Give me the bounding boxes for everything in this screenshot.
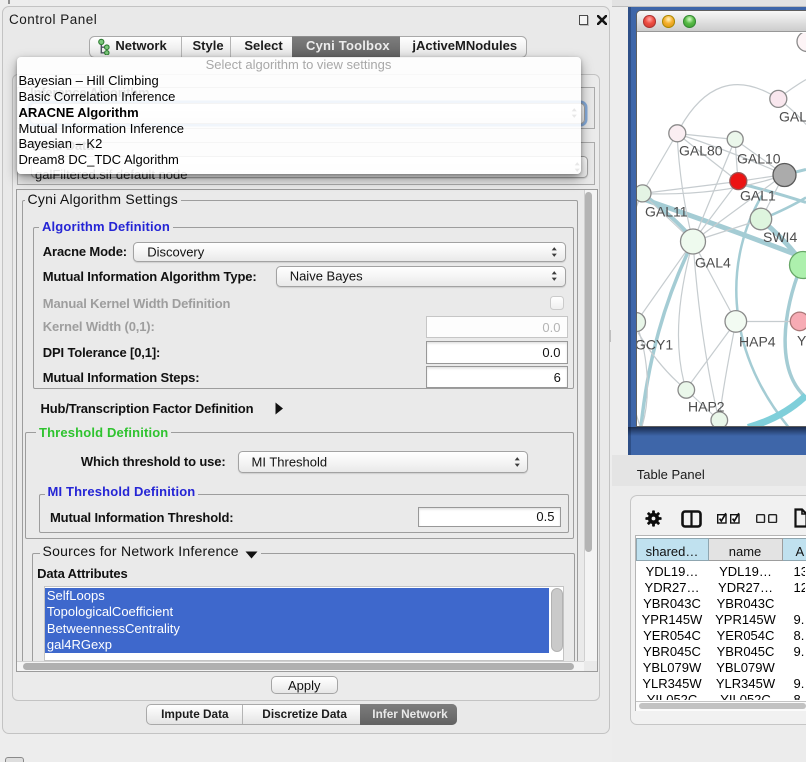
svg-text:HAP4: HAP4 (739, 333, 776, 349)
svg-text:GAL80: GAL80 (679, 142, 723, 158)
svg-text:Y: Y (797, 332, 806, 348)
svg-text:GAL4: GAL4 (695, 254, 731, 270)
svg-text:GAL11: GAL11 (645, 203, 688, 219)
svg-text:GAL10: GAL10 (737, 150, 781, 166)
svg-text:GCY1: GCY1 (637, 336, 673, 352)
svg-text:GAL7: GAL7 (779, 108, 806, 124)
svg-text:GAL1: GAL1 (740, 187, 776, 203)
svg-text:SWI4: SWI4 (763, 229, 797, 245)
svg-text:HAP2: HAP2 (688, 398, 725, 414)
